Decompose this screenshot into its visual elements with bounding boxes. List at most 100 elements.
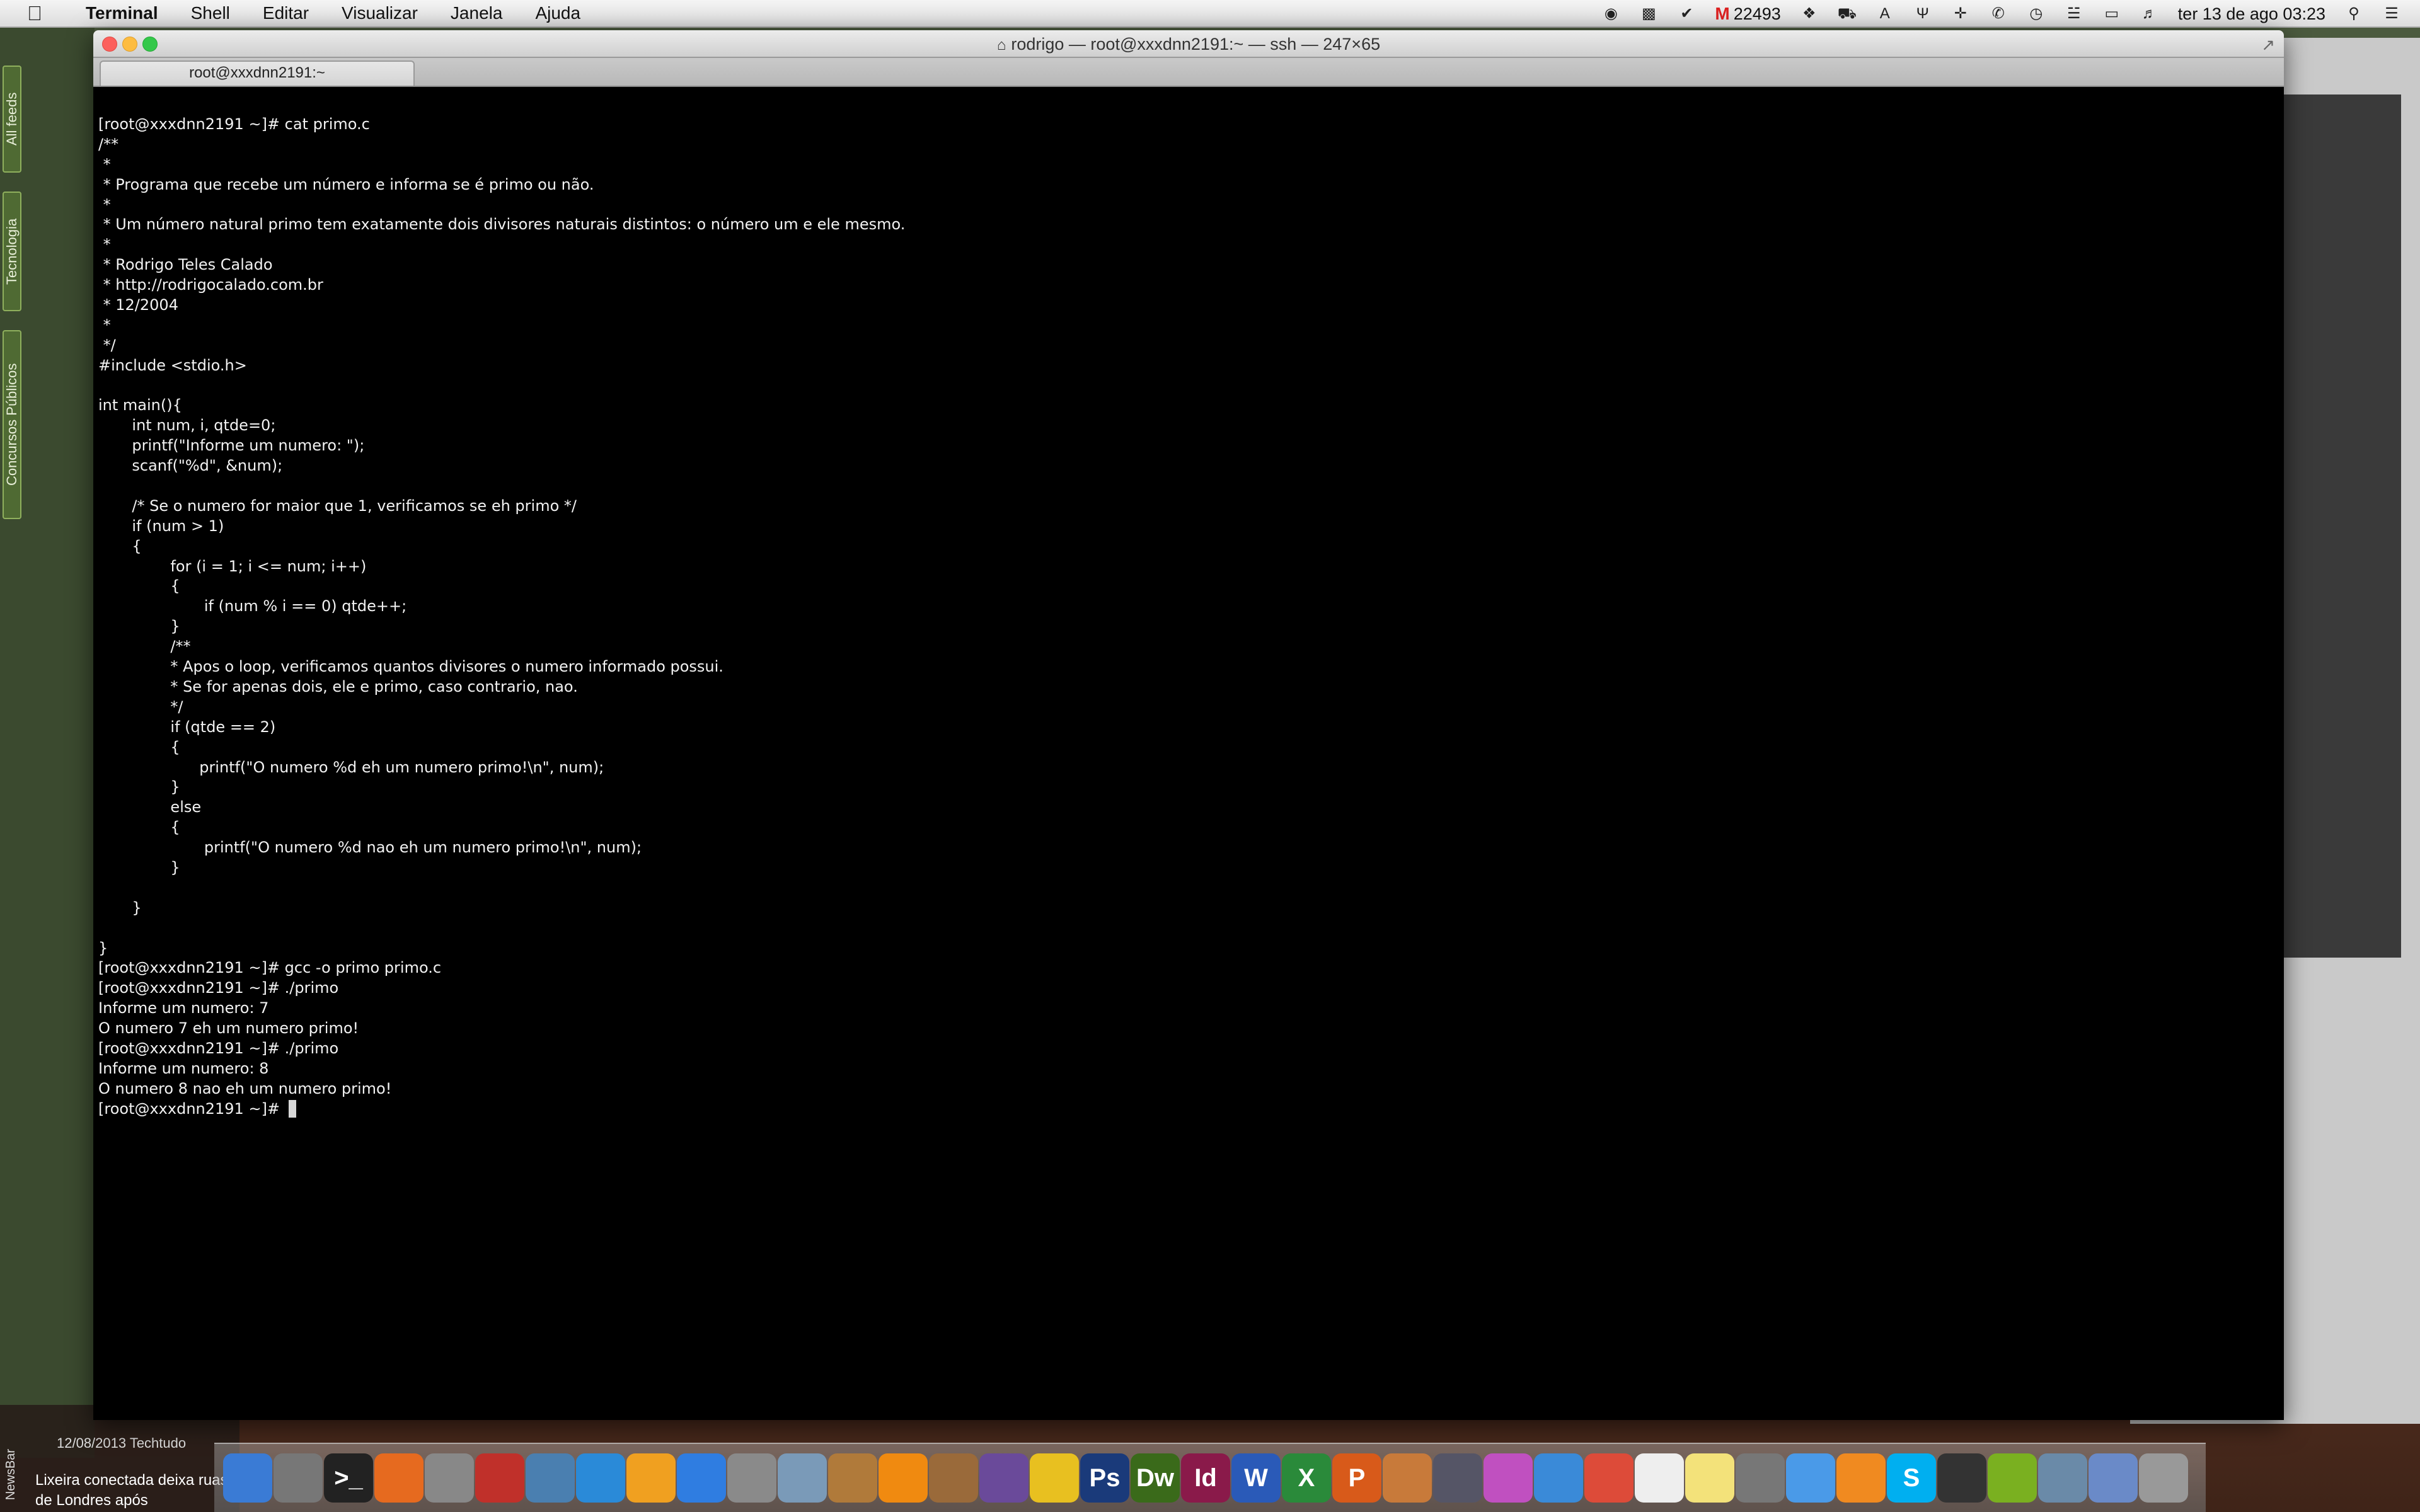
messages-icon[interactable]	[1786, 1453, 1835, 1503]
terminal-window: ⌂ rodrigo — root@xxxdnn2191:~ — ssh — 247…	[93, 30, 2284, 1420]
excel-icon[interactable]: X	[1282, 1453, 1331, 1503]
evernote-icon[interactable]: ✔	[1677, 4, 1696, 23]
gmail-notifier[interactable]: M 22493	[1715, 4, 1780, 24]
window-title: ⌂ rodrigo — root@xxxdnn2191:~ — ssh — 247…	[93, 30, 2284, 58]
magnifier-icon[interactable]	[979, 1453, 1028, 1503]
feed-tab-tecnologia[interactable]: Tecnologia	[3, 192, 21, 311]
terminal-line: [root@xxxdnn2191 ~]# cat primo.c	[98, 115, 370, 133]
terminal-line: }	[98, 898, 142, 917]
mail-count: 22493	[1733, 4, 1781, 23]
terminal-line: Informe um numero: 8	[98, 1059, 269, 1077]
volume-icon[interactable]: ♬	[2140, 4, 2159, 23]
sketch-icon[interactable]	[1433, 1453, 1482, 1503]
news-headline[interactable]: Lixeira conectada deixa ruas de Londres …	[35, 1470, 237, 1511]
phone-icon[interactable]: ✆	[1989, 4, 2008, 23]
dreamweaver-icon[interactable]: Dw	[1131, 1453, 1180, 1503]
workbench-icon[interactable]	[526, 1453, 575, 1503]
android-icon[interactable]	[1988, 1453, 2037, 1503]
menu-visualizar[interactable]: Visualizar	[325, 3, 434, 23]
terminal-line: * Programa que recebe um número e inform…	[98, 175, 594, 193]
dropbox-icon[interactable]: ❖	[1800, 4, 1819, 23]
system-settings-icon[interactable]	[274, 1453, 323, 1503]
terminal-line: */	[98, 697, 183, 716]
tab-session[interactable]: root@xxxdnn2191:~	[100, 60, 415, 86]
flash-icon[interactable]	[1030, 1453, 1079, 1503]
window-title-text: rodrigo — root@xxxdnn2191:~ — ssh — 247×…	[1011, 35, 1381, 54]
terminal-line: else	[98, 798, 202, 816]
owl-icon[interactable]: ◉	[1601, 4, 1620, 23]
feed-tab-all[interactable]: All feeds	[3, 66, 21, 173]
photoshop-icon[interactable]: Ps	[1080, 1453, 1129, 1503]
terminal-line: int num, i, qtde=0;	[98, 416, 276, 435]
spotlight-search-icon[interactable]: ⚲	[2344, 4, 2363, 23]
dock: >_ Ps Dw Id W X P S	[214, 1443, 2206, 1512]
chat-icon[interactable]: ▩	[1639, 4, 1658, 23]
crosshair-icon[interactable]: ✛	[1951, 4, 1970, 23]
vlc-icon[interactable]	[879, 1453, 928, 1503]
time-machine-icon[interactable]: ◷	[2027, 4, 2046, 23]
terminal-line: /* Se o numero for maior que 1, verifica…	[98, 496, 577, 515]
console-icon[interactable]	[1937, 1453, 1986, 1503]
app-store-icon[interactable]	[677, 1453, 726, 1503]
menu-janela[interactable]: Janela	[434, 3, 519, 23]
terminal-output: [root@xxxdnn2191 ~]# cat primo.c /** * * …	[98, 115, 2284, 1120]
network-icon[interactable]	[2038, 1453, 2087, 1503]
folder-icon[interactable]	[2089, 1453, 2138, 1503]
terminal-line: if (num > 1)	[98, 517, 224, 535]
menu-app-name[interactable]: Terminal	[69, 3, 175, 23]
fullscreen-icon[interactable]: ↗	[2261, 35, 2275, 55]
notes-icon[interactable]	[1685, 1453, 1734, 1503]
chrome-icon[interactable]	[1584, 1453, 1634, 1503]
finder-icon[interactable]	[223, 1453, 272, 1503]
presentation-icon[interactable]	[1383, 1453, 1432, 1503]
feed-tab-concursos[interactable]: Concursos Públicos	[3, 330, 21, 519]
terminal-line: * Um número natural primo tem exatamente…	[98, 215, 906, 234]
word-icon[interactable]: W	[1231, 1453, 1281, 1503]
wifi-icon[interactable]: ☱	[2065, 4, 2083, 23]
rss-icon[interactable]	[1836, 1453, 1886, 1503]
terminal-line: if (num % i == 0) qtde++;	[98, 597, 407, 616]
settings-icon[interactable]	[626, 1453, 676, 1503]
battery-icon[interactable]: ▭	[2102, 4, 2121, 23]
antenna-icon[interactable]: Ψ	[1913, 4, 1932, 23]
terminal-line: for (i = 1; i <= num; i++)	[98, 557, 367, 575]
terminal-line: * Se for apenas dois, ele e primo, caso …	[98, 677, 578, 696]
flower-icon[interactable]	[1484, 1453, 1533, 1503]
acrobat-icon[interactable]	[475, 1453, 524, 1503]
powerpoint-icon[interactable]: P	[1332, 1453, 1381, 1503]
automator-icon[interactable]	[425, 1453, 474, 1503]
title-bar[interactable]: ⌂ rodrigo — root@xxxdnn2191:~ — ssh — 247…	[93, 30, 2284, 58]
menu-shell[interactable]: Shell	[175, 3, 246, 23]
firefox-icon[interactable]	[374, 1453, 424, 1503]
terminal-line: *	[98, 236, 111, 254]
nuts-icon[interactable]	[828, 1453, 877, 1503]
clock[interactable]: ter 13 de ago 03:23	[2178, 4, 2325, 24]
trash-icon[interactable]	[2139, 1453, 2188, 1503]
document-icon[interactable]	[1635, 1453, 1684, 1503]
terminal-line: }	[98, 778, 180, 796]
menu-editar[interactable]: Editar	[246, 3, 325, 23]
text-icon[interactable]: A	[1876, 4, 1894, 23]
safari-icon[interactable]	[1534, 1453, 1583, 1503]
terminal-line: * http://rodrigocalado.com.br	[98, 276, 323, 294]
menu-ajuda[interactable]: Ajuda	[519, 3, 597, 23]
terminal-icon[interactable]: >_	[324, 1453, 373, 1503]
terminal-line: }	[98, 617, 180, 636]
newsbar-widget[interactable]: NewsBar 12/08/2013 Techtudo Lixeira cone…	[0, 1405, 239, 1512]
transmit-icon[interactable]	[929, 1453, 978, 1503]
indesign-icon[interactable]: Id	[1181, 1453, 1230, 1503]
terminal-content[interactable]: [root@xxxdnn2191 ~]# cat primo.c /** * * …	[93, 88, 2284, 1420]
mail-icon[interactable]	[778, 1453, 827, 1503]
photos-icon[interactable]	[1736, 1453, 1785, 1503]
truck-icon[interactable]: ⛟	[1838, 4, 1857, 23]
menu-bar:  Terminal Shell Editar Visualizar Janel…	[0, 0, 2420, 28]
apple-menu-icon[interactable]: 	[0, 2, 69, 25]
terminal-line: {	[98, 577, 180, 595]
preferences-icon[interactable]	[727, 1453, 776, 1503]
itunes-icon[interactable]	[576, 1453, 625, 1503]
terminal-line: */	[98, 336, 116, 354]
notification-center-icon[interactable]: ☰	[2382, 4, 2401, 23]
skype-icon[interactable]: S	[1887, 1453, 1936, 1503]
